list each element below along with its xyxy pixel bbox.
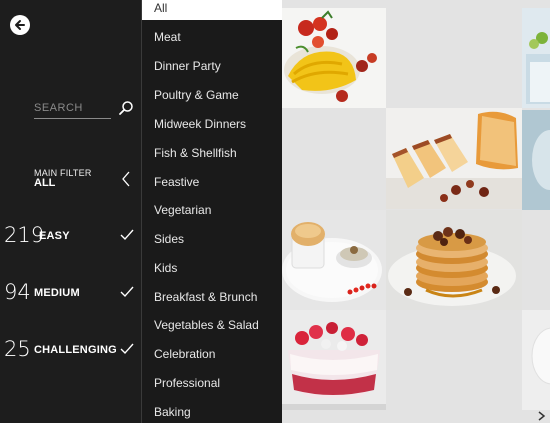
recipe-tile[interactable] — [522, 310, 550, 410]
recipe-image — [282, 310, 386, 410]
category-item-celebration[interactable]: Celebration — [142, 342, 283, 366]
category-item-sides[interactable]: Sides — [142, 227, 283, 251]
recipe-image-grid — [282, 0, 550, 423]
category-item-breakfast-brunch[interactable]: Breakfast & Brunch — [142, 285, 283, 309]
recipe-image — [522, 8, 550, 108]
recipe-image — [522, 110, 550, 210]
category-item-professional[interactable]: Professional — [142, 371, 283, 395]
recipe-tile[interactable] — [522, 8, 550, 108]
main-filter-toggle[interactable]: MAIN FILTER ALL — [34, 167, 134, 193]
chevron-right-icon[interactable] — [536, 410, 548, 422]
search-icon[interactable] — [118, 100, 134, 116]
recipe-image — [282, 8, 386, 108]
category-item-baking[interactable]: Baking — [142, 400, 283, 423]
difficulty-label: MEDIUM — [34, 287, 80, 299]
recipe-tile[interactable] — [522, 110, 550, 210]
difficulty-challenging[interactable]: 25 CHALLENGING — [0, 335, 141, 365]
difficulty-medium[interactable]: 94 MEDIUM — [0, 278, 141, 308]
main-filter-value: ALL — [34, 177, 56, 189]
recipe-tile[interactable] — [282, 210, 386, 310]
difficulty-label: EASY — [39, 230, 70, 242]
category-item-all[interactable]: All — [142, 0, 283, 20]
back-arrow-icon — [15, 20, 25, 30]
back-button[interactable] — [10, 15, 30, 35]
recipe-tile[interactable] — [386, 108, 522, 209]
check-icon — [120, 343, 134, 355]
category-item-vegetarian[interactable]: Vegetarian — [142, 198, 283, 222]
recipe-image — [386, 108, 522, 209]
category-item-poultry-game[interactable]: Poultry & Game — [142, 83, 283, 107]
filter-panel: MAIN FILTER ALL 219 EASY 94 MEDIUM 25 CH… — [0, 0, 141, 423]
category-item-feastive[interactable]: Feastive — [142, 170, 283, 194]
recipe-image — [282, 210, 386, 310]
category-item-kids[interactable]: Kids — [142, 256, 283, 280]
recipe-tile[interactable] — [282, 8, 386, 108]
search-input[interactable] — [34, 98, 111, 119]
difficulty-label: CHALLENGING — [34, 344, 117, 356]
recipe-image — [386, 210, 522, 310]
search-box — [34, 98, 134, 120]
category-item-fish-shellfish[interactable]: Fish & Shellfish — [142, 141, 283, 165]
difficulty-easy[interactable]: 219 EASY — [0, 221, 141, 251]
category-item-midweek-dinners[interactable]: Midweek Dinners — [142, 112, 283, 136]
category-list: All Meat Dinner Party Poultry & Game Mid… — [141, 0, 283, 423]
difficulty-count: 94 — [4, 280, 31, 304]
check-icon — [120, 229, 134, 241]
category-item-vegetables-salad[interactable]: Vegetables & Salad — [142, 313, 283, 337]
chevron-left-icon — [122, 171, 130, 187]
category-item-meat[interactable]: Meat — [142, 25, 283, 49]
check-icon — [120, 286, 134, 298]
category-item-dinner-party[interactable]: Dinner Party — [142, 54, 283, 78]
recipe-image — [522, 310, 550, 410]
recipe-tile[interactable] — [282, 310, 386, 410]
recipe-tile[interactable] — [386, 210, 522, 310]
difficulty-count: 25 — [4, 337, 31, 361]
